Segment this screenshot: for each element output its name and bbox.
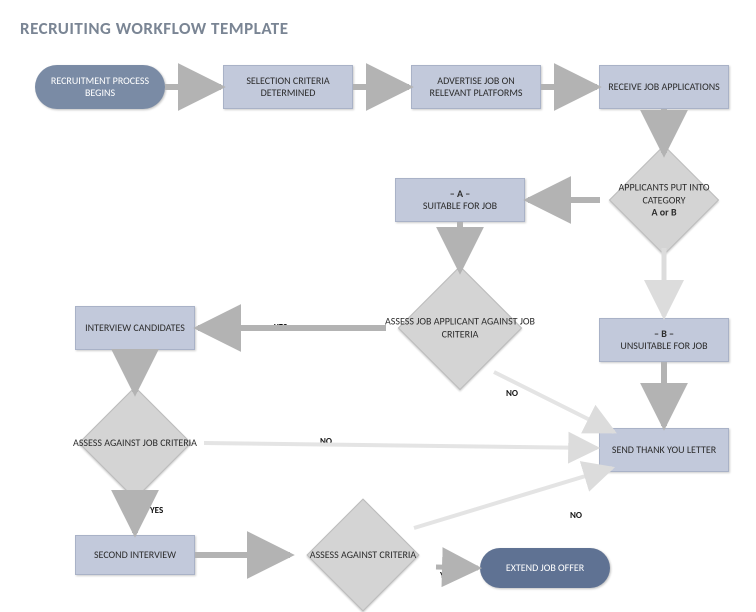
node-interview-candidates: INTERVIEW CANDIDATES: [75, 306, 195, 350]
node-advertise-job: ADVERTISE JOB ON RELEVANT PLATFORMS: [411, 65, 541, 109]
node-category-a: – A – SUITABLE FOR JOB: [395, 178, 525, 222]
node-assess-criteria-final: ASSESS AGAINST CRITERIA: [288, 500, 438, 610]
node-categorise-decision: APPLICANTS PUT INTO CATEGORYA or B: [598, 150, 730, 250]
node-assess-applicant: ASSESS JOB APPLICANT AGAINST JOB CRITERI…: [384, 268, 536, 388]
label-assess2-yes: YES: [150, 505, 163, 516]
node-receive-applications: RECEIVE JOB APPLICATIONS: [599, 65, 729, 109]
label-assess2-no: NO: [320, 436, 332, 447]
label-assess1-no: NO: [506, 388, 518, 399]
label-assess3-no: NO: [570, 510, 582, 521]
node-assess-against-criteria: ASSESS AGAINST JOB CRITERIA: [64, 388, 206, 498]
label-assess1-yes: YES: [274, 322, 287, 333]
node-selection-criteria: SELECTION CRITERIA DETERMINED: [223, 65, 353, 109]
node-thank-you-letter: SEND THANK YOU LETTER: [599, 428, 729, 472]
node-second-interview: SECOND INTERVIEW: [75, 535, 195, 575]
label-assess3-yes: YES: [440, 570, 453, 581]
node-category-b: – B – UNSUITABLE FOR JOB: [599, 318, 729, 362]
node-start: RECRUITMENT PROCESS BEGINS: [35, 65, 165, 109]
page-title: RECRUITING WORKFLOW TEMPLATE: [20, 18, 289, 39]
node-extend-offer: EXTEND JOB OFFER: [480, 548, 610, 588]
